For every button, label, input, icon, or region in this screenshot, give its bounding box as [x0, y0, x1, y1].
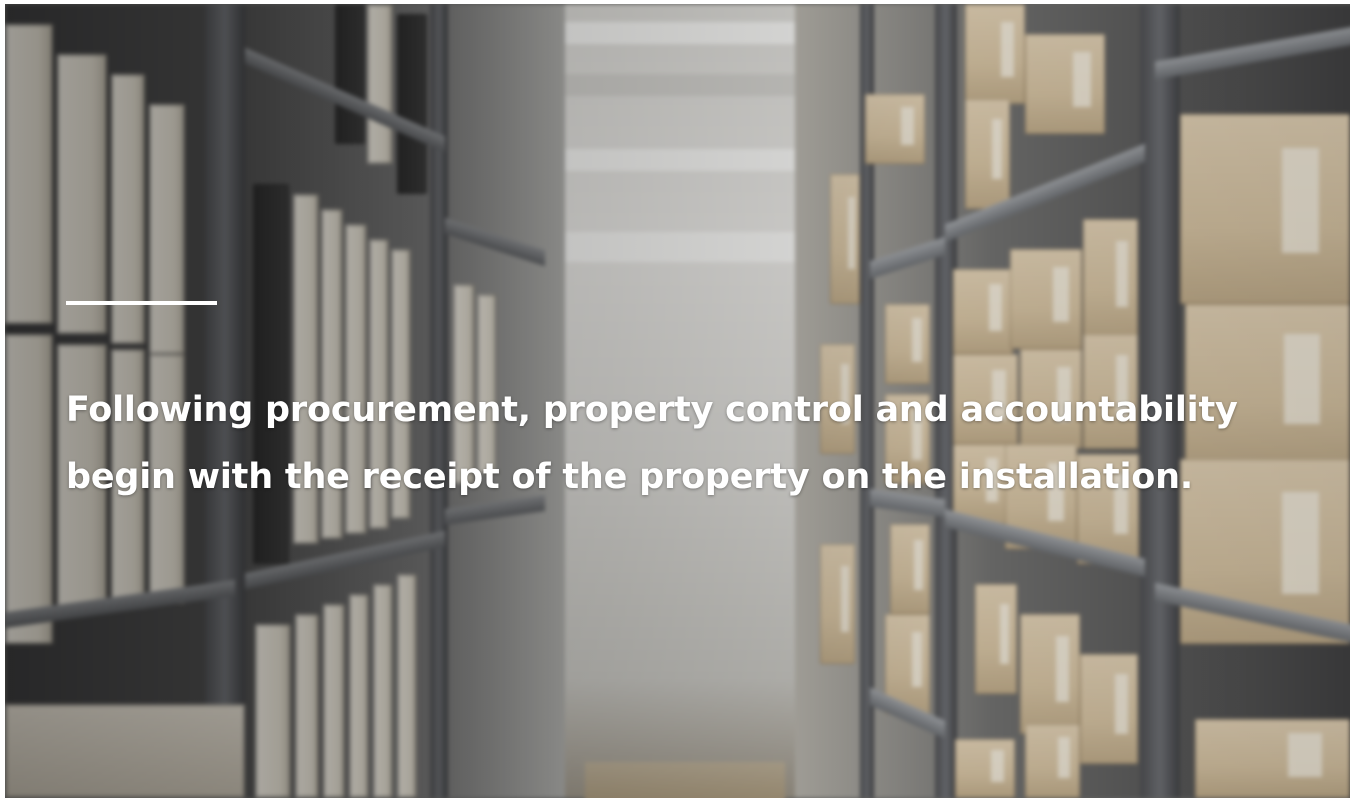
- accent-line: [66, 301, 217, 305]
- hero-slide: Following procurement, property control …: [5, 4, 1350, 798]
- hero-quote: Following procurement, property control …: [66, 390, 1238, 497]
